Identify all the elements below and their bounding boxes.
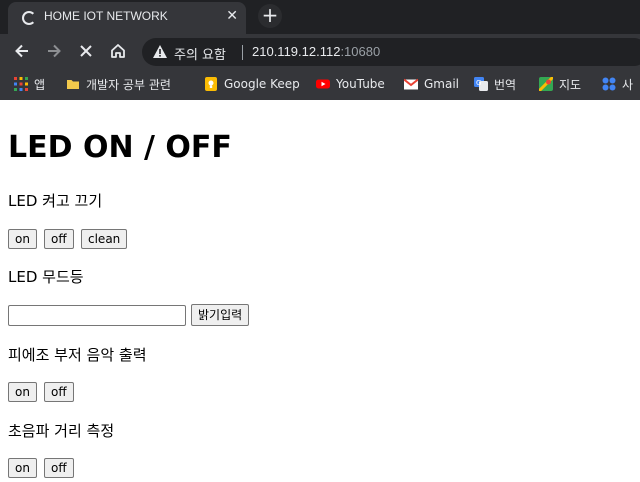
page-content: LED ON / OFF LED 켜고 끄기 on off clean LED …: [0, 100, 640, 482]
apps-grid-icon: [14, 77, 28, 91]
browser-toolbar: 주의 요함 210.119.12.112:10680: [0, 34, 640, 68]
bookmark-youtube[interactable]: YouTube: [316, 75, 385, 93]
back-arrow-icon: [15, 44, 28, 58]
close-tab-icon[interactable]: ✕: [226, 8, 238, 24]
led-off-button[interactable]: off: [44, 229, 74, 249]
bookmark-label: 지도: [559, 77, 582, 92]
svg-text:G: G: [476, 79, 481, 87]
url-text[interactable]: 210.119.12.112:10680: [252, 44, 380, 59]
forward-button[interactable]: [42, 39, 66, 63]
bookmark-maps[interactable]: 지도: [537, 75, 582, 93]
bookmark-google-keep[interactable]: Google Keep: [204, 75, 300, 93]
youtube-icon: [316, 77, 330, 91]
bookmark-label: 개발자 공부 관련: [86, 77, 171, 92]
bookmark-label: 앱: [34, 77, 46, 92]
stop-button[interactable]: [74, 39, 98, 63]
maps-icon: [537, 75, 555, 93]
bookmark-apps[interactable]: 앱: [14, 75, 45, 93]
security-warning-label[interactable]: 주의 요함: [174, 44, 226, 63]
stop-icon: [80, 45, 92, 57]
led-on-button[interactable]: on: [8, 229, 37, 249]
bookmark-label: Gmail: [424, 77, 460, 91]
home-icon: [111, 44, 125, 58]
url-host: 210.119.12.112: [252, 44, 341, 59]
loading-spinner-icon: [22, 11, 36, 25]
buzzer-off-button[interactable]: off: [44, 382, 74, 402]
bookmark-more[interactable]: 사: [602, 75, 633, 93]
bookmark-label: Google Keep: [224, 77, 300, 91]
led-clean-button[interactable]: clean: [81, 229, 128, 249]
brightness-input[interactable]: [8, 305, 186, 326]
home-button[interactable]: [106, 39, 130, 63]
bookmarks-bar: 앱 개발자 공부 관련 Google Keep YouTube Gmail G …: [0, 68, 640, 100]
bookmark-label: 사: [622, 77, 634, 92]
mood-light-label: LED 무드등: [8, 268, 84, 286]
bookmark-label: YouTube: [336, 77, 385, 91]
led-toggle-label: LED 켜고 끄기: [8, 192, 103, 210]
ultrasonic-off-button[interactable]: off: [44, 458, 74, 478]
buzzer-on-button[interactable]: on: [8, 382, 37, 402]
bookmark-label: 번역: [494, 77, 517, 92]
browser-tab[interactable]: HOME IOT NETWORK ✕: [8, 2, 246, 34]
tab-title: HOME IOT NETWORK: [44, 9, 168, 23]
address-bar[interactable]: 주의 요함 210.119.12.112:10680: [142, 38, 640, 66]
folder-icon: [66, 77, 80, 91]
tab-strip: HOME IOT NETWORK ✕ +: [0, 0, 640, 34]
translate-icon: G: [474, 77, 488, 91]
bookmark-translate[interactable]: G 번역: [474, 75, 516, 93]
gmail-icon: [403, 77, 419, 91]
forward-arrow-icon: [48, 44, 61, 58]
bookmark-gmail[interactable]: Gmail: [403, 75, 460, 93]
bookmark-dev-study[interactable]: 개발자 공부 관련: [66, 75, 171, 93]
buzzer-label: 피에조 부저 음악 출력: [8, 346, 147, 364]
address-divider: [242, 45, 243, 60]
ultrasonic-on-button[interactable]: on: [8, 458, 37, 478]
page-title: LED ON / OFF: [8, 130, 232, 165]
url-port: :10680: [340, 44, 381, 59]
ultrasonic-label: 초음파 거리 측정: [8, 422, 115, 440]
google-keep-icon: [204, 77, 218, 91]
warning-icon[interactable]: [152, 44, 168, 63]
back-button[interactable]: [10, 39, 34, 63]
apps-dots-icon: [602, 77, 616, 91]
new-tab-button[interactable]: +: [258, 4, 282, 28]
brightness-submit-button[interactable]: 밝기입력: [191, 304, 250, 326]
